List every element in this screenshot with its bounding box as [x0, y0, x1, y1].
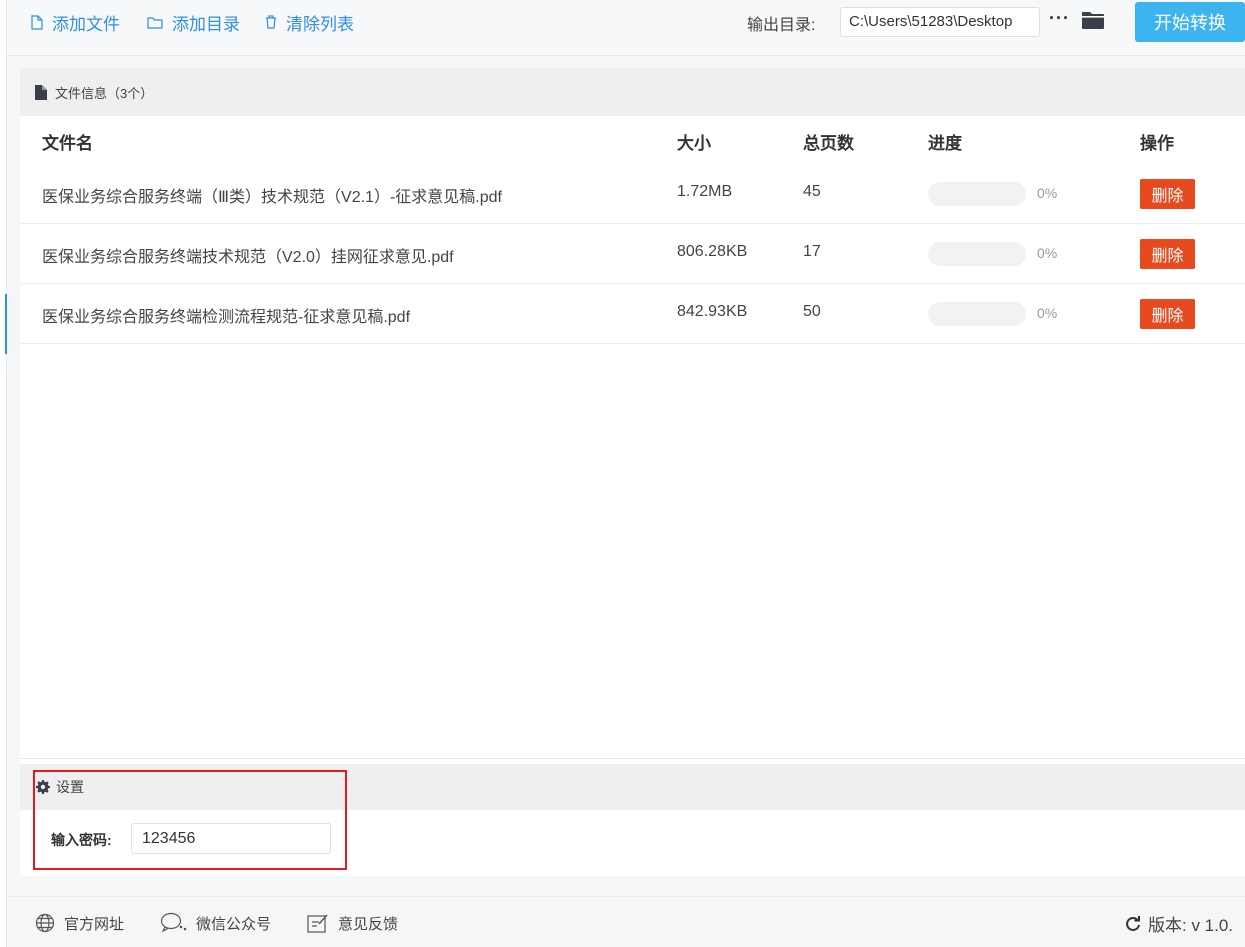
col-progress: 进度: [928, 134, 962, 153]
file-size: 806.28KB: [677, 243, 748, 260]
version-text: 版本: v 1.0.: [1148, 916, 1234, 935]
wechat-icon: [160, 912, 187, 933]
col-size: 大小: [677, 134, 711, 153]
clear-list-label: 清除列表: [286, 14, 354, 34]
version-info[interactable]: 版本: v 1.0.: [1125, 911, 1233, 936]
left-edge: [0, 0, 7, 947]
left-accent-bar: [5, 294, 7, 354]
progress-bar: [928, 302, 1026, 326]
trash-icon: [266, 15, 276, 29]
col-filename: 文件名: [42, 134, 93, 153]
wechat-label: 微信公众号: [196, 915, 272, 933]
page-count: 45: [803, 183, 821, 200]
file-name: 医保业务综合服务终端技术规范（V2.0）挂网征求意见.pdf: [42, 249, 454, 266]
toolbar: 添加文件 添加目录 清除列表 输出目录: C:\Users\51283\Desk…: [7, 0, 1245, 56]
progress-percent: 0%: [1037, 185, 1058, 201]
file-size: 842.93KB: [677, 303, 748, 320]
folder-icon[interactable]: [1081, 10, 1105, 30]
footer: 官方网址 微信公众号 意见反馈 版本: v 1.0.: [7, 896, 1245, 947]
website-label: 官方网址: [64, 915, 125, 933]
progress-percent: 0%: [1037, 305, 1058, 321]
feedback-label: 意见反馈: [338, 915, 399, 933]
file-info-header: 文件信息（3个）: [20, 68, 1245, 116]
file-size: 1.72MB: [677, 183, 733, 200]
table-header: 文件名 大小 总页数 进度 操作: [20, 116, 1245, 163]
folder-outline-icon: [147, 16, 163, 29]
output-dir-label: 输出目录:: [747, 17, 816, 34]
more-options-button[interactable]: ···: [1049, 8, 1070, 29]
feedback-link[interactable]: 意见反馈: [307, 912, 398, 934]
document-icon: [35, 84, 47, 100]
highlight-box: [33, 770, 347, 870]
start-convert-button[interactable]: 开始转换: [1135, 2, 1245, 42]
table-row[interactable]: 医保业务综合服务终端（Ⅲ类）技术规范（V2.1）-征求意见稿.pdf 1.72M…: [20, 164, 1245, 224]
clear-list-button[interactable]: 清除列表: [265, 10, 354, 34]
feedback-icon: [307, 914, 328, 933]
progress-percent: 0%: [1037, 245, 1058, 261]
file-name: 医保业务综合服务终端检测流程规范-征求意见稿.pdf: [42, 309, 411, 326]
delete-button[interactable]: 删除: [1140, 299, 1195, 329]
add-file-button[interactable]: 添加文件: [31, 10, 120, 34]
delete-button[interactable]: 删除: [1140, 179, 1195, 209]
col-pages: 总页数: [803, 134, 854, 153]
globe-icon: [35, 913, 55, 933]
file-icon: [31, 14, 43, 30]
wechat-link[interactable]: 微信公众号: [160, 912, 271, 934]
add-directory-button[interactable]: 添加目录: [147, 10, 240, 34]
progress-bar: [928, 182, 1026, 206]
page-count: 17: [803, 243, 821, 260]
page-count: 50: [803, 303, 821, 320]
progress-bar: [928, 242, 1026, 266]
delete-button[interactable]: 删除: [1140, 239, 1195, 269]
file-panel: 文件信息（3个） 文件名 大小 总页数 进度 操作 医保业务综合服务终端（Ⅲ类）…: [20, 68, 1245, 876]
table-row[interactable]: 医保业务综合服务终端检测流程规范-征求意见稿.pdf 842.93KB 50 0…: [20, 284, 1245, 344]
file-info-title: 文件信息（3个）: [55, 85, 154, 101]
add-file-label: 添加文件: [52, 14, 120, 34]
file-name: 医保业务综合服务终端（Ⅲ类）技术规范（V2.1）-征求意见稿.pdf: [42, 189, 502, 206]
website-link[interactable]: 官方网址: [35, 912, 124, 934]
output-dir-field[interactable]: C:\Users\51283\Desktop: [840, 7, 1040, 37]
table-row[interactable]: 医保业务综合服务终端技术规范（V2.0）挂网征求意见.pdf 806.28KB …: [20, 224, 1245, 284]
divider: [20, 758, 1245, 759]
col-action: 操作: [1140, 134, 1174, 153]
add-directory-label: 添加目录: [172, 14, 240, 34]
refresh-icon: [1126, 915, 1140, 931]
